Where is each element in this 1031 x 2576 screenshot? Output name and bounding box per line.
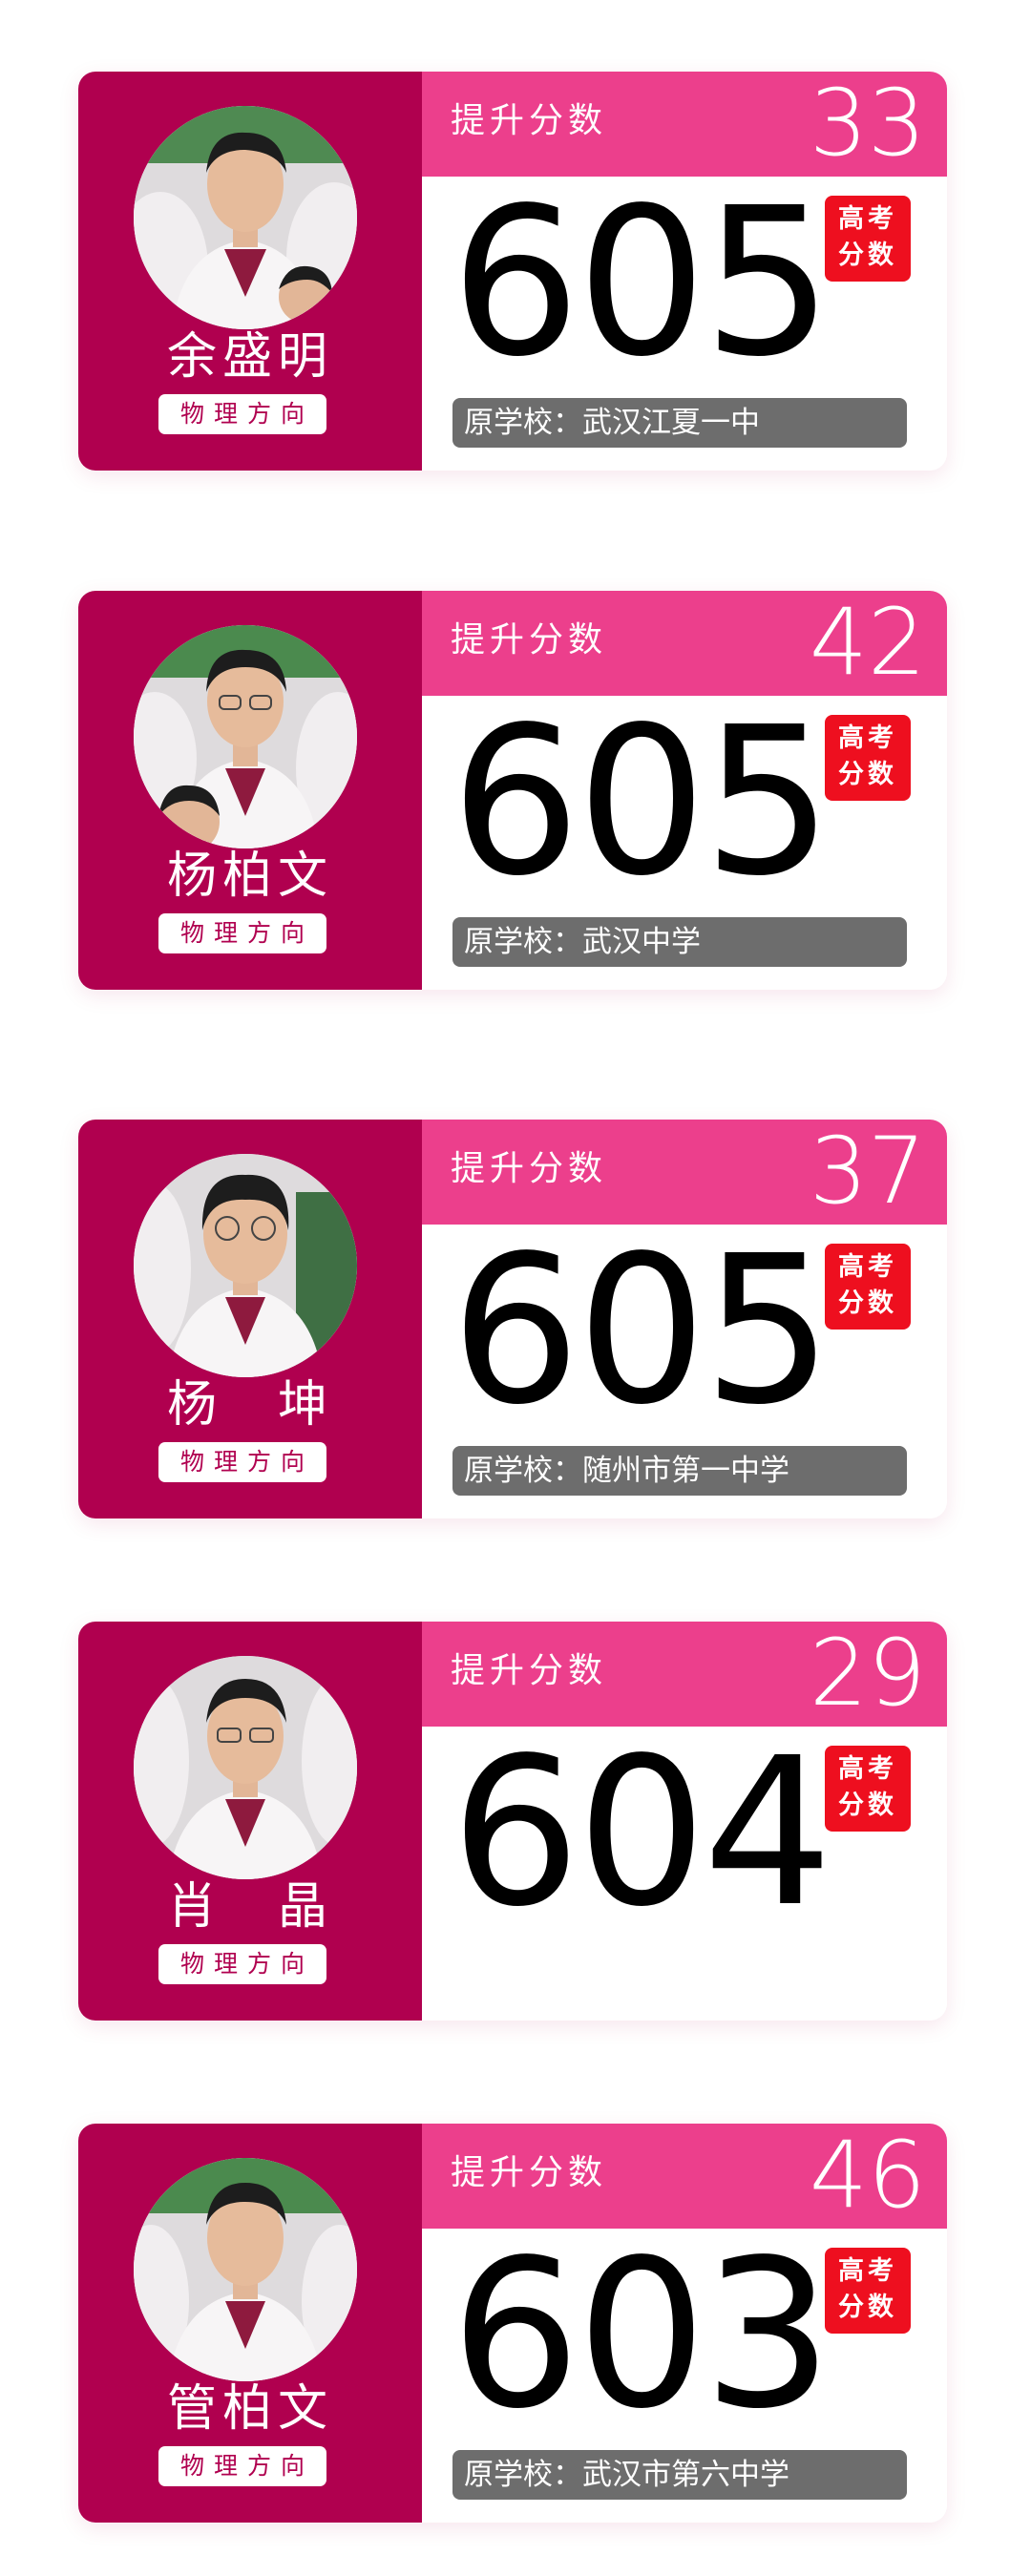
student-avatar bbox=[134, 625, 357, 848]
direction-badge: 物理方向 bbox=[158, 394, 326, 434]
increase-value: 42 bbox=[809, 591, 926, 696]
score-increase-band: 提升分数 42 bbox=[422, 591, 947, 696]
increase-label: 提升分数 bbox=[451, 1651, 608, 1690]
gaokao-score-badge: 高考 分数 bbox=[825, 2248, 911, 2334]
increase-label: 提升分数 bbox=[451, 1149, 608, 1188]
card-score-panel: 提升分数 37 605 高考 分数 原学校：随州市第一中学 bbox=[422, 1120, 947, 1518]
student-name: 杨柏文 bbox=[166, 848, 333, 905]
card-score-panel: 提升分数 42 605 高考 分数 原学校：武汉中学 bbox=[422, 591, 947, 990]
score-increase-band: 提升分数 33 bbox=[422, 72, 947, 177]
exam-score: 605 bbox=[451, 1212, 832, 1450]
card-profile-panel: 管柏文 物理方向 bbox=[78, 2124, 422, 2523]
student-card: 杨柏文 物理方向 提升分数 42 605 高考 分数 原学校：武汉中学 bbox=[78, 591, 947, 990]
direction-badge: 物理方向 bbox=[158, 2446, 326, 2486]
exam-score: 605 bbox=[451, 683, 832, 921]
direction-badge: 物理方向 bbox=[158, 1944, 326, 1984]
student-card: 肖 晶 物理方向 提升分数 29 604 高考 分数 bbox=[78, 1622, 947, 2021]
score-increase-band: 提升分数 37 bbox=[422, 1120, 947, 1225]
gaokao-badge-line2: 分数 bbox=[838, 1791, 897, 1820]
student-card: 杨 坤 物理方向 提升分数 37 605 高考 分数 原学校：随州市第一中学 bbox=[78, 1120, 947, 1518]
gaokao-badge-line2: 分数 bbox=[838, 241, 897, 270]
card-score-panel: 提升分数 29 604 高考 分数 bbox=[422, 1622, 947, 2021]
original-school: 原学校：武汉江夏一中 bbox=[452, 398, 907, 448]
exam-score: 605 bbox=[451, 164, 832, 402]
gaokao-badge-line1: 高考 bbox=[838, 2256, 897, 2286]
increase-label: 提升分数 bbox=[451, 620, 608, 660]
gaokao-badge-line1: 高考 bbox=[838, 204, 897, 234]
student-card: 余盛明 物理方向 提升分数 33 605 高考 分数 原学校：武汉江夏一中 bbox=[78, 72, 947, 471]
gaokao-badge-line2: 分数 bbox=[838, 2293, 897, 2322]
student-avatar bbox=[134, 1154, 357, 1377]
original-school: 原学校：武汉中学 bbox=[452, 917, 907, 967]
increase-value: 46 bbox=[809, 2124, 926, 2229]
exam-score: 604 bbox=[451, 1714, 832, 1952]
increase-value: 37 bbox=[809, 1120, 926, 1225]
student-card: 管柏文 物理方向 提升分数 46 603 高考 分数 原学校：武汉市第六中学 bbox=[78, 2124, 947, 2523]
original-school: 原学校：随州市第一中学 bbox=[452, 1446, 907, 1496]
gaokao-badge-line1: 高考 bbox=[838, 1754, 897, 1784]
gaokao-badge-line2: 分数 bbox=[838, 1288, 897, 1318]
gaokao-score-badge: 高考 分数 bbox=[825, 1244, 911, 1330]
score-increase-band: 提升分数 46 bbox=[422, 2124, 947, 2229]
gaokao-score-badge: 高考 分数 bbox=[825, 1746, 911, 1832]
student-avatar bbox=[134, 106, 357, 329]
card-score-panel: 提升分数 33 605 高考 分数 原学校：武汉江夏一中 bbox=[422, 72, 947, 471]
gaokao-badge-line2: 分数 bbox=[838, 760, 897, 789]
card-score-panel: 提升分数 46 603 高考 分数 原学校：武汉市第六中学 bbox=[422, 2124, 947, 2523]
gaokao-badge-line1: 高考 bbox=[838, 723, 897, 753]
increase-value: 29 bbox=[809, 1622, 926, 1727]
card-profile-panel: 杨 坤 物理方向 bbox=[78, 1120, 422, 1518]
increase-label: 提升分数 bbox=[451, 2153, 608, 2192]
card-profile-panel: 杨柏文 物理方向 bbox=[78, 591, 422, 990]
direction-badge: 物理方向 bbox=[158, 913, 326, 953]
student-name: 管柏文 bbox=[166, 2380, 333, 2438]
card-profile-panel: 肖 晶 物理方向 bbox=[78, 1622, 422, 2021]
original-school: 原学校：武汉市第六中学 bbox=[452, 2450, 907, 2500]
student-name: 余盛明 bbox=[166, 328, 333, 386]
student-avatar bbox=[134, 1656, 357, 1879]
card-profile-panel: 余盛明 物理方向 bbox=[78, 72, 422, 471]
increase-label: 提升分数 bbox=[451, 101, 608, 140]
gaokao-badge-line1: 高考 bbox=[838, 1252, 897, 1282]
increase-value: 33 bbox=[809, 72, 926, 177]
student-name: 肖 晶 bbox=[166, 1878, 333, 1936]
exam-score: 603 bbox=[451, 2216, 832, 2454]
gaokao-score-badge: 高考 分数 bbox=[825, 715, 911, 801]
direction-badge: 物理方向 bbox=[158, 1442, 326, 1482]
gaokao-score-badge: 高考 分数 bbox=[825, 196, 911, 282]
score-increase-band: 提升分数 29 bbox=[422, 1622, 947, 1727]
student-name: 杨 坤 bbox=[166, 1376, 333, 1434]
student-avatar bbox=[134, 2158, 357, 2381]
